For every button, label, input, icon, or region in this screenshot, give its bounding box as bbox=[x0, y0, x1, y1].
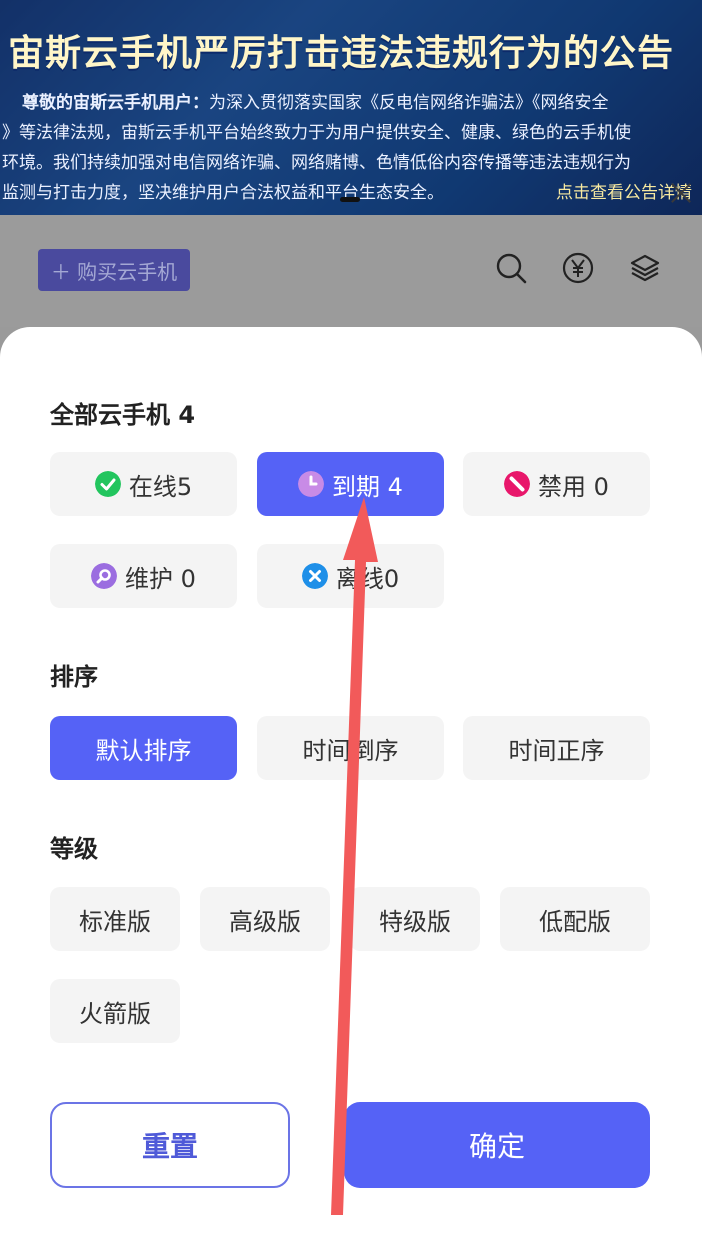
status-chip-label: 到期 4 bbox=[332, 472, 403, 501]
sort-title: 排序 bbox=[50, 663, 98, 691]
notice-line-1: 为深入贯彻落实国家《反电信网络诈骗法》《网络安全 bbox=[209, 93, 609, 113]
sort-chip-time-asc[interactable]: 时间正序 bbox=[463, 716, 650, 780]
filter-sheet: 全部云手机 4 在线5 到期 4 禁用 0 维护 0 离线0 排序 默认排序 时… bbox=[0, 327, 702, 1248]
status-chip-maintenance[interactable]: 维护 0 bbox=[50, 544, 237, 608]
reset-button[interactable]: 重置 bbox=[50, 1102, 290, 1188]
status-chip-disabled[interactable]: 禁用 0 bbox=[463, 452, 650, 516]
notice-title: 宙斯云手机严厉打击违法违规行为的公告 bbox=[8, 33, 675, 74]
status-chip-label: 在线5 bbox=[128, 472, 193, 501]
level-chip-rocket[interactable]: 火箭版 bbox=[50, 979, 180, 1043]
notice-line-2: 》等法律法规，宙斯云手机平台始终致力于为用户提供安全、健康、绿色的云手机使 bbox=[2, 123, 631, 143]
forbidden-icon bbox=[504, 471, 531, 497]
notice-greeting: 尊敬的宙斯云手机用户： bbox=[22, 93, 209, 113]
level-chip-premium[interactable]: 特级版 bbox=[350, 887, 480, 951]
level-chip-low-spec[interactable]: 低配版 bbox=[500, 887, 650, 951]
status-chip-label: 离线0 bbox=[335, 564, 400, 593]
drag-indicator bbox=[340, 197, 360, 202]
all-phones-title: 全部云手机 4 bbox=[50, 401, 196, 429]
level-chip-advanced[interactable]: 高级版 bbox=[200, 887, 330, 951]
top-toolbar: ＋ 购买云手机 bbox=[0, 215, 702, 327]
layers-icon[interactable] bbox=[628, 251, 662, 285]
wrench-icon bbox=[91, 563, 118, 589]
buy-cloud-phone-button[interactable]: ＋ 购买云手机 bbox=[38, 249, 190, 291]
level-title: 等级 bbox=[50, 835, 98, 863]
search-icon[interactable] bbox=[494, 251, 528, 285]
yuan-icon[interactable] bbox=[561, 251, 595, 285]
x-circle-icon bbox=[301, 563, 328, 589]
sort-chip-time-desc[interactable]: 时间倒序 bbox=[257, 716, 444, 780]
notice-banner[interactable]: 宙斯云手机严厉打击违法违规行为的公告 尊敬的宙斯云手机用户：为深入贯彻落实国家《… bbox=[0, 0, 702, 215]
status-chip-offline[interactable]: 离线0 bbox=[257, 544, 444, 608]
status-chip-expired[interactable]: 到期 4 bbox=[257, 452, 444, 516]
sort-chip-default[interactable]: 默认排序 bbox=[50, 716, 237, 780]
close-icon[interactable] bbox=[668, 180, 694, 206]
status-chip-label: 禁用 0 bbox=[538, 472, 609, 501]
notice-line-3: 环境。我们持续加强对电信网络诈骗、网络赌博、色情低俗内容传播等违法违规行为 bbox=[2, 153, 631, 173]
clock-icon bbox=[298, 471, 325, 497]
status-chip-online[interactable]: 在线5 bbox=[50, 452, 237, 516]
confirm-button[interactable]: 确定 bbox=[344, 1102, 650, 1188]
level-chip-standard[interactable]: 标准版 bbox=[50, 887, 180, 951]
status-chip-label: 维护 0 bbox=[125, 564, 196, 593]
check-circle-icon bbox=[94, 471, 121, 497]
